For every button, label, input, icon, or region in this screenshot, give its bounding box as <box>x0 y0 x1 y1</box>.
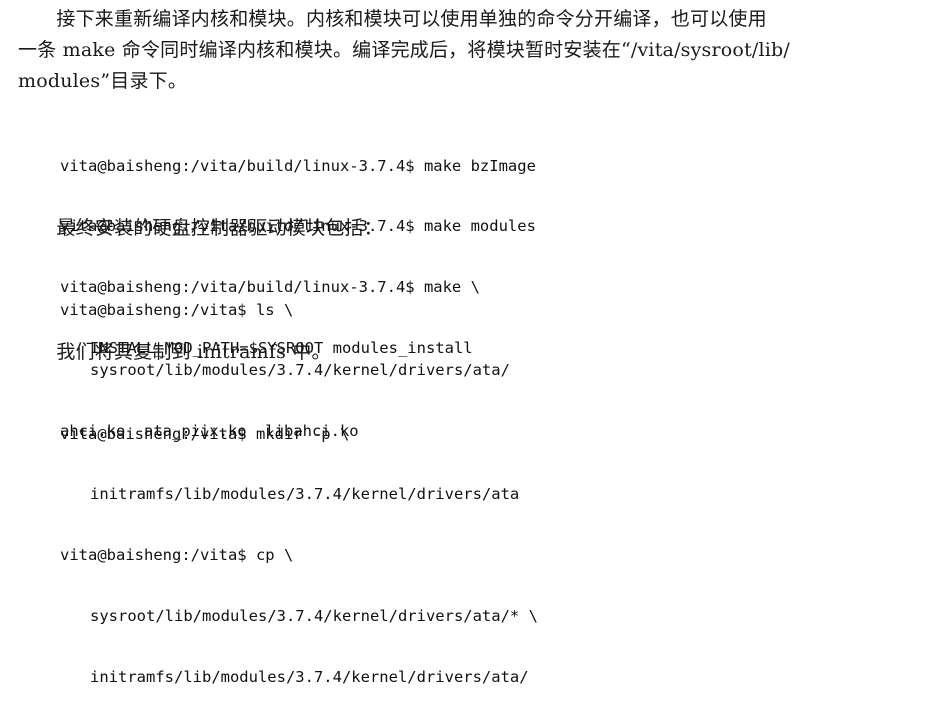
code-block-copy: vita@baisheng:/vita$ mkdir -p \ initramf… <box>60 383 538 728</box>
code-line: sysroot/lib/modules/3.7.4/kernel/drivers… <box>90 607 538 626</box>
intro-paragraph-line-2: 一条 make 命令同时编译内核和模块。编译完成后，将模块暂时安装在“/vita… <box>18 39 791 61</box>
code-line: initramfs/lib/modules/3.7.4/kernel/drive… <box>90 668 529 687</box>
code-line: vita@baisheng:/vita$ mkdir -p \ <box>60 424 350 443</box>
intro-paragraph-line-1: 接下来重新编译内核和模块。内核和模块可以使用单独的命令分开编译，也可以使用 <box>18 8 767 30</box>
code-line: initramfs/lib/modules/3.7.4/kernel/drive… <box>90 485 520 504</box>
paragraph-copy: 我们将其复制到 initramfs 中。 <box>18 341 331 363</box>
document-page: 接下来重新编译内核和模块。内核和模块可以使用单独的命令分开编译，也可以使用 一条… <box>0 0 940 686</box>
code-line: vita@baisheng:/vita/build/linux-3.7.4$ m… <box>60 156 536 175</box>
intro-paragraph-line-3: modules”目录下。 <box>18 70 188 92</box>
code-line: vita@baisheng:/vita$ cp \ <box>60 546 294 565</box>
paragraph-driver-modules: 最终安装的硬盘控制器驱动模块包括： <box>18 217 383 239</box>
code-line: vita@baisheng:/vita$ ls \ <box>60 300 294 319</box>
